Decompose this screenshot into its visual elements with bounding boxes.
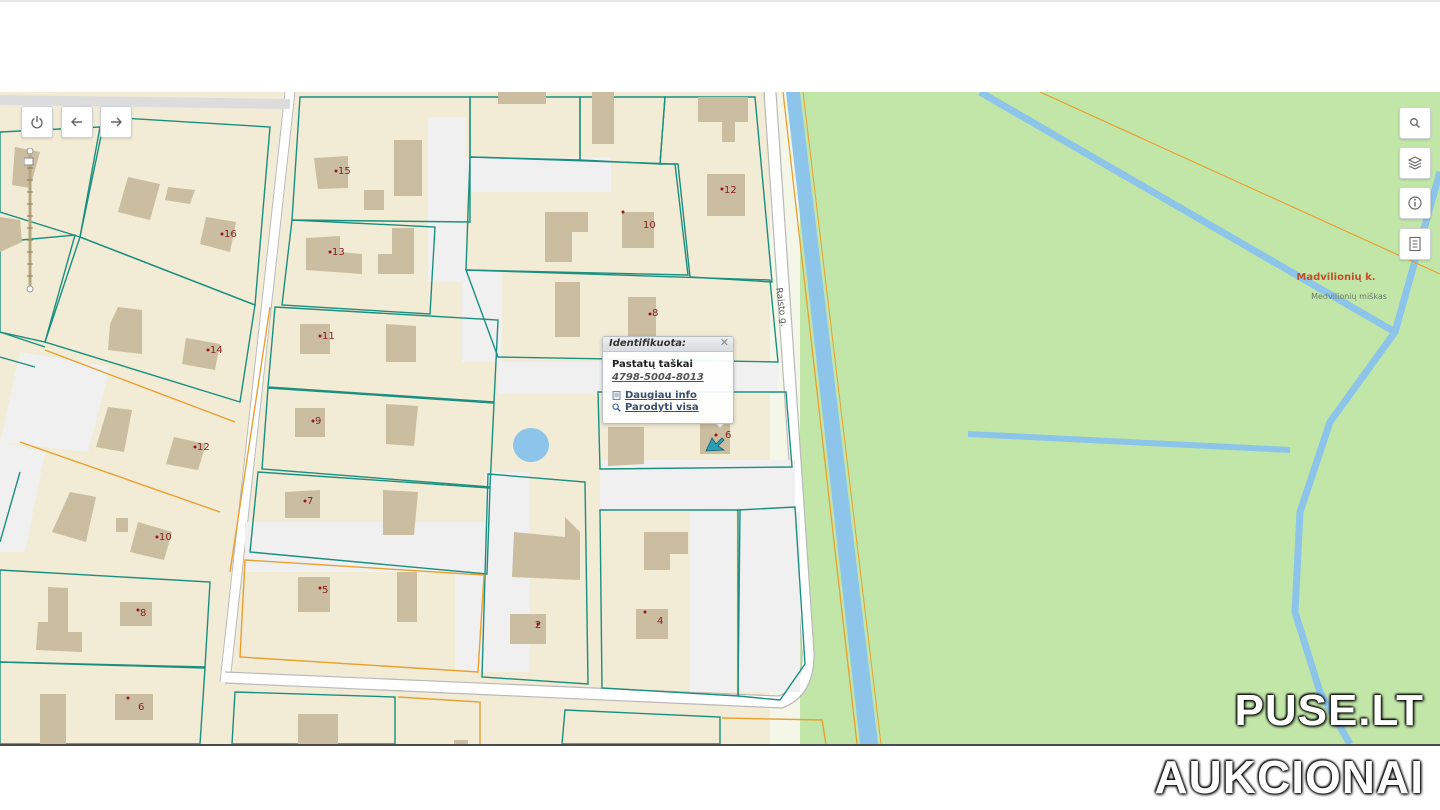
document-icon: [612, 391, 621, 400]
zoom-handle[interactable]: [24, 157, 34, 166]
back-button[interactable]: [61, 106, 93, 138]
house-number: 14: [210, 345, 223, 356]
search-icon: [612, 403, 621, 412]
popup-header: Identifikuota: ✕: [603, 336, 733, 352]
forest-area: [800, 92, 1440, 744]
house-number: 10: [159, 532, 172, 543]
forward-button[interactable]: [100, 106, 132, 138]
house-number: 6: [138, 702, 144, 713]
house-number: 2: [535, 620, 541, 631]
watermark-line2: AUKCIONAI: [1154, 751, 1424, 803]
house-number: 12: [724, 185, 737, 196]
house-number: 9: [315, 416, 321, 427]
show-all-label: Parodyti visa: [625, 402, 699, 413]
power-button[interactable]: [21, 106, 53, 138]
popup-header-text: Identifikuota:: [609, 338, 687, 349]
watermark-line1: PUSE.LT: [1234, 686, 1424, 735]
close-icon[interactable]: ✕: [720, 336, 729, 349]
more-info-link[interactable]: Daugiau info: [612, 390, 733, 401]
arrow-right-icon: [111, 117, 122, 127]
house-number: 7: [307, 496, 313, 507]
pond: [513, 428, 549, 462]
popup-object-id-link[interactable]: 4798-5004-8013: [612, 372, 733, 383]
document-icon: [1409, 236, 1421, 252]
search-button[interactable]: [1399, 107, 1431, 139]
house-number: 12: [197, 442, 210, 453]
house-number: 13: [332, 247, 345, 258]
info-button[interactable]: [1399, 187, 1431, 219]
house-number: 8: [652, 308, 658, 319]
identify-popup: Identifikuota: ✕ Pastatų taškai 4798-500…: [602, 336, 734, 424]
layers-button[interactable]: [1399, 147, 1431, 179]
top-strip: [0, 0, 1440, 2]
house-number: 5: [322, 585, 328, 596]
popup-title: Pastatų taškai: [612, 359, 693, 370]
legend-button[interactable]: [1399, 228, 1431, 260]
zoom-slider[interactable]: [24, 148, 36, 293]
map-bottom-border: [0, 744, 1440, 746]
house-number: 4: [657, 616, 663, 627]
house-number: 16: [224, 229, 237, 240]
arrow-left-icon: [71, 117, 82, 127]
house-number: 15: [338, 166, 351, 177]
layers-icon: [1407, 156, 1423, 170]
more-info-label: Daugiau info: [625, 390, 697, 401]
place-name-label: Madvilionių k.: [1296, 272, 1375, 283]
house-number: 10: [643, 220, 656, 231]
house-number: 11: [322, 331, 335, 342]
house-number: 8: [140, 608, 146, 619]
power-icon: [31, 116, 43, 129]
show-all-link[interactable]: Parodyti visa: [612, 402, 733, 413]
info-icon: [1408, 196, 1422, 210]
house-number: 6: [725, 430, 731, 441]
search-icon: [1410, 118, 1420, 128]
forest-label: Medvilionių miškas: [1311, 291, 1387, 301]
